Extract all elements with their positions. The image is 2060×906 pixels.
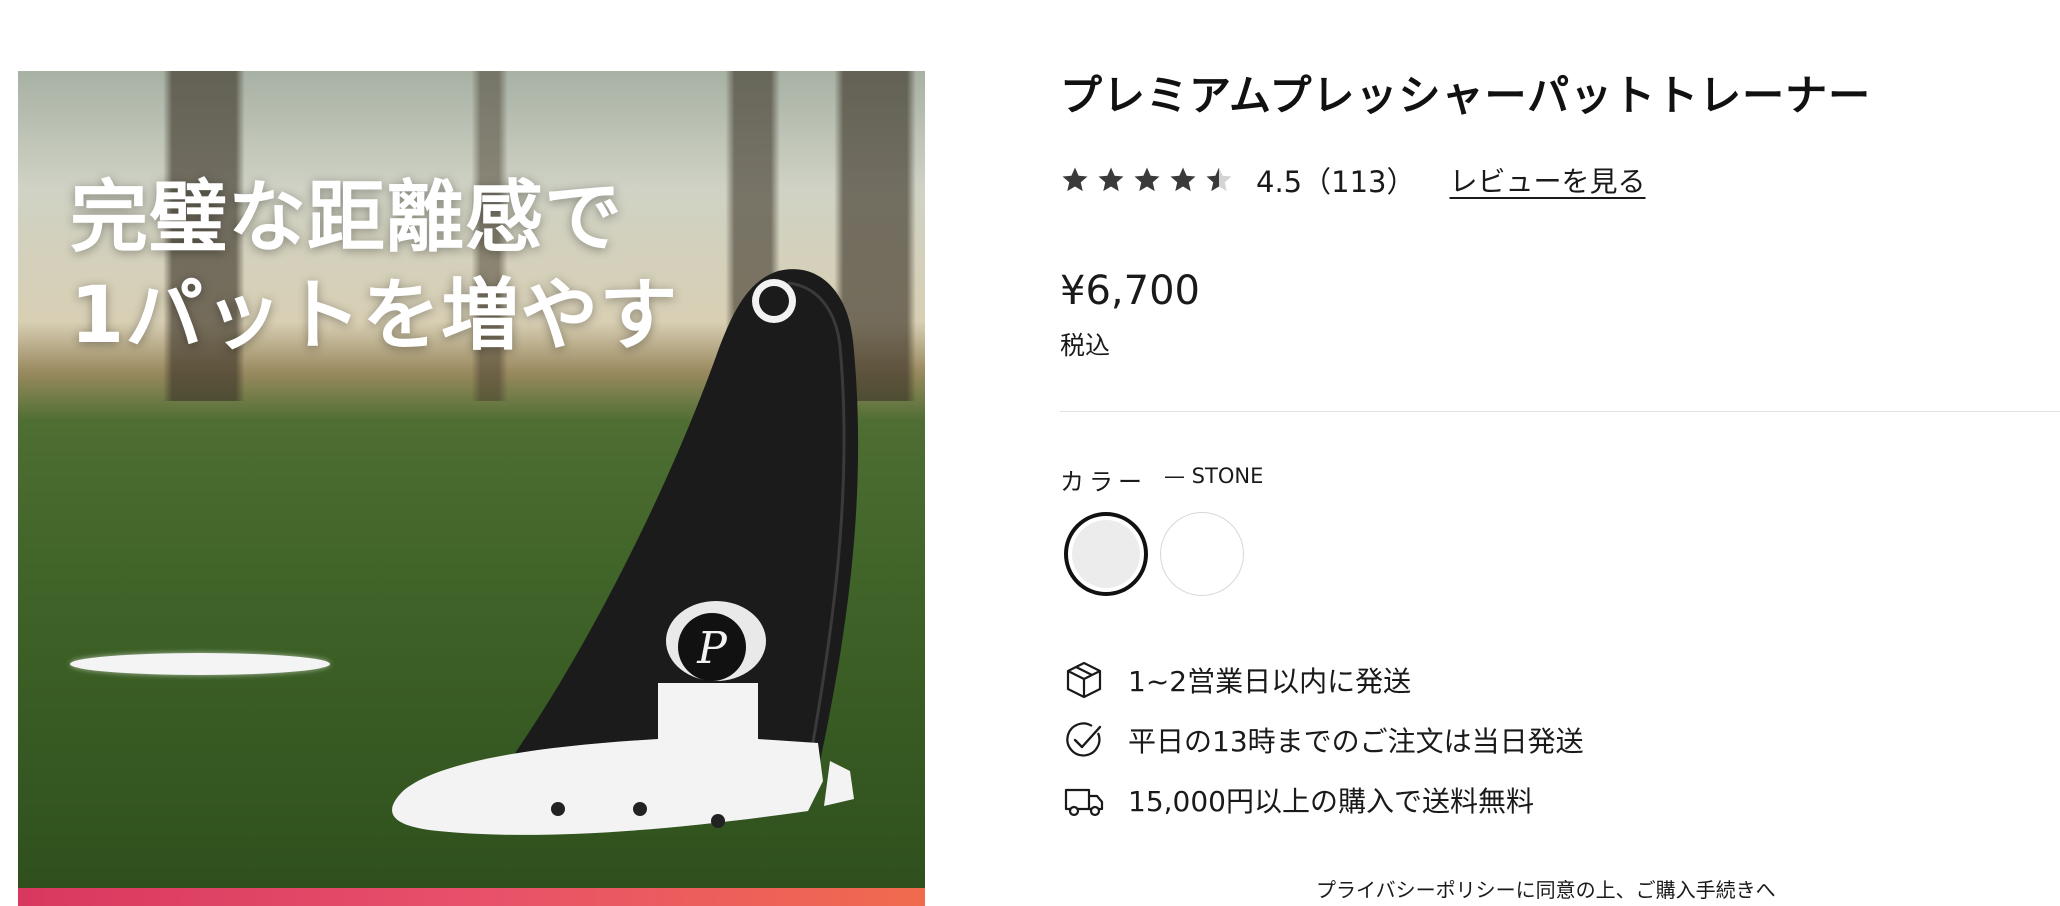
tax-note: 税込 bbox=[1060, 331, 1111, 360]
star-icon bbox=[1134, 167, 1160, 192]
free-shipping-row: 15,000円以上の購入で送料無料 bbox=[1062, 778, 1534, 822]
product-image[interactable]: P 完璧な距離感で 1パットを増やす bbox=[18, 71, 925, 906]
privacy-policy-note: プライバシーポリシーに同意の上、ご購入手続きへ bbox=[1316, 878, 1776, 902]
shipping-time-row: 1~2営業日以内に発送 bbox=[1062, 658, 1411, 702]
color-label: カラー bbox=[1060, 468, 1147, 496]
check-circle-icon bbox=[1066, 722, 1102, 757]
star-icon bbox=[1062, 167, 1088, 192]
package-icon bbox=[1066, 661, 1102, 699]
logo-mark: P bbox=[696, 623, 728, 674]
product-title: プレミアムプレッシャーパットトレーナー bbox=[1060, 71, 1872, 120]
star-half-icon bbox=[1206, 167, 1232, 192]
truck-icon bbox=[1064, 788, 1104, 817]
price: ¥6,700 bbox=[1060, 268, 1200, 314]
free-shipping-text: 15,000円以上の購入で送料無料 bbox=[1128, 785, 1534, 818]
headline-line-2: 1パットを増やす bbox=[70, 271, 679, 361]
same-day-text: 平日の13時までのご注文は当日発送 bbox=[1128, 725, 1584, 758]
star-icon bbox=[1170, 167, 1196, 192]
star-icon bbox=[1098, 167, 1124, 192]
color-swatch-white[interactable] bbox=[1160, 512, 1244, 596]
headline-line-1: 完璧な距離感で bbox=[70, 173, 624, 263]
divider bbox=[1060, 411, 2060, 412]
rating-count: 4.5（113） bbox=[1256, 165, 1416, 199]
selected-color-name: — STONE bbox=[1164, 464, 1264, 488]
rating-row: 4.5（113） レビューを見る bbox=[1060, 158, 1646, 202]
view-reviews-link[interactable]: レビューを見る bbox=[1449, 160, 1645, 200]
accent-strip bbox=[18, 888, 925, 906]
color-swatch-stone[interactable] bbox=[1064, 512, 1148, 596]
same-day-row: 平日の13時までのご注文は当日発送 bbox=[1062, 718, 1584, 762]
shipping-time-text: 1~2営業日以内に発送 bbox=[1128, 665, 1412, 698]
star-rating bbox=[1060, 165, 1234, 195]
image-headline: 完璧な距離感で 1パットを増やす bbox=[70, 169, 678, 365]
